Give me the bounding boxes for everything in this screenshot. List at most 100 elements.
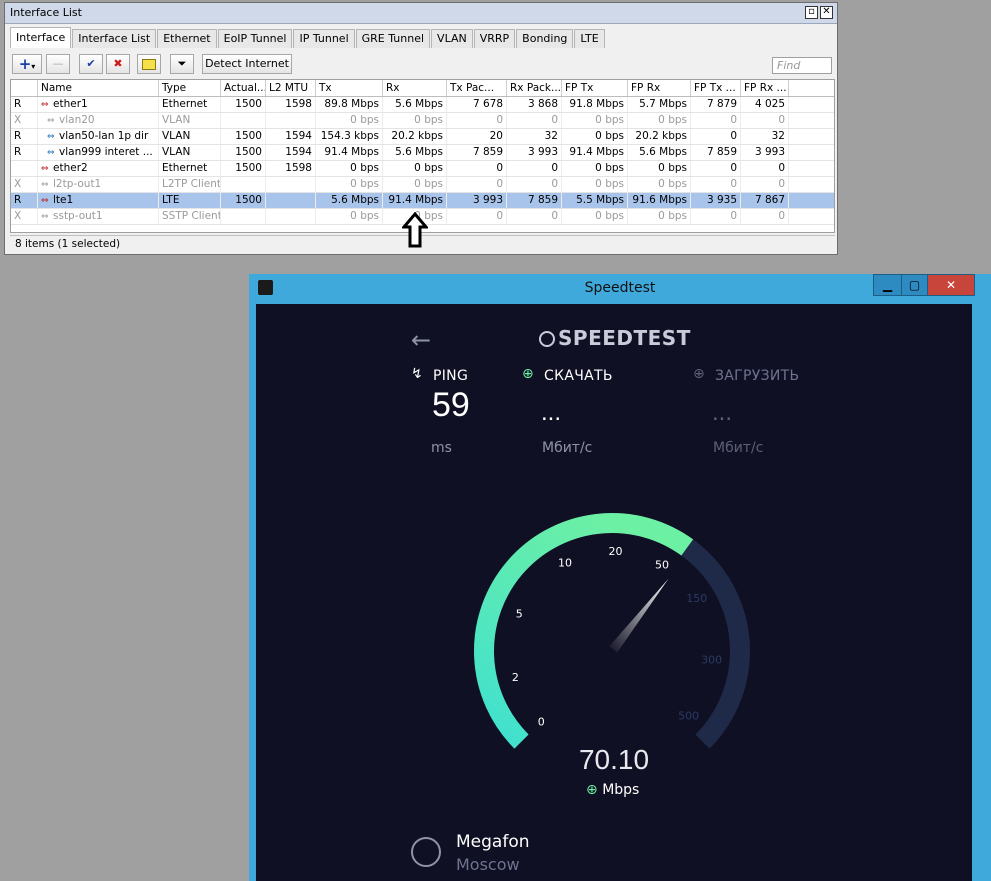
minimize-button[interactable]: ▁ bbox=[873, 274, 902, 296]
speedtest-logo: SPEEDTEST bbox=[539, 326, 691, 350]
tab-lte[interactable]: LTE bbox=[574, 29, 605, 48]
back-arrow-icon[interactable]: ← bbox=[411, 326, 431, 354]
cell-type: L2TP Client bbox=[159, 177, 221, 192]
cell-tx: 5.6 Mbps bbox=[316, 193, 383, 208]
gauge-progress bbox=[474, 513, 694, 749]
plus-icon: + bbox=[18, 55, 32, 73]
disable-button[interactable]: ✖ bbox=[106, 54, 130, 74]
column-header[interactable]: FP Rx bbox=[628, 80, 691, 96]
table-row[interactable]: R ⇔ ether1 Ethernet 1500 1598 89.8 Mbps 5.6 Mbp… bbox=[11, 97, 834, 113]
find-input[interactable]: Find bbox=[772, 57, 832, 74]
cell-fprxp: 4 025 bbox=[741, 97, 789, 112]
comment-button[interactable] bbox=[137, 54, 161, 74]
download-label: СКАЧАТЬ bbox=[544, 368, 613, 384]
column-header[interactable]: Actual... bbox=[221, 80, 266, 96]
cell-fptxp: 7 859 bbox=[691, 145, 741, 160]
cell-type: VLAN bbox=[159, 113, 221, 128]
column-header[interactable]: FP Tx ... bbox=[691, 80, 741, 96]
cell-l2mtu bbox=[266, 193, 316, 208]
tab-ethernet[interactable]: Ethernet bbox=[157, 29, 217, 48]
cell-l2mtu bbox=[266, 177, 316, 192]
add-button[interactable]: +▾ bbox=[12, 54, 42, 74]
interface-name-cell: ⇔ vlan20 bbox=[38, 113, 159, 128]
cell-fprx: 0 bps bbox=[628, 161, 691, 176]
column-header[interactable]: Rx Pack... bbox=[507, 80, 562, 96]
tab-ip-tunnel[interactable]: IP Tunnel bbox=[293, 29, 355, 48]
column-header[interactable] bbox=[11, 80, 38, 96]
gauge-tick-label: 300 bbox=[701, 654, 722, 667]
column-header[interactable]: L2 MTU bbox=[266, 80, 316, 96]
cell-fprxp: 7 867 bbox=[741, 193, 789, 208]
check-icon: ✔ bbox=[86, 57, 96, 70]
cell-fptxp: 0 bbox=[691, 209, 741, 224]
column-header[interactable]: Rx bbox=[383, 80, 447, 96]
cell-rxp: 7 859 bbox=[507, 193, 562, 208]
detect-internet-button[interactable]: Detect Internet bbox=[202, 54, 292, 74]
cell-l2mtu bbox=[266, 209, 316, 224]
speedtest-window: Speedtest ▁ ▢ ✕ ← SPEEDTEST ↯ PING 59 ms… bbox=[249, 274, 991, 881]
cell-txp: 7 859 bbox=[447, 145, 507, 160]
column-header[interactable]: Tx bbox=[316, 80, 383, 96]
column-header[interactable]: FP Tx bbox=[562, 80, 628, 96]
table-row[interactable]: R ⇔ vlan999 interet ... VLAN 1500 1594 91.4 Mb… bbox=[11, 145, 834, 161]
tab-gre-tunnel[interactable]: GRE Tunnel bbox=[355, 29, 431, 48]
column-header[interactable]: Name bbox=[38, 80, 159, 96]
cell-rx: 0 bps bbox=[383, 113, 447, 128]
interface-table: Name Type Actual... L2 MTU Tx Rx Tx Pac... Rx P… bbox=[10, 79, 835, 233]
speedtest-titlebar[interactable]: Speedtest ▁ ▢ ✕ bbox=[249, 274, 991, 302]
cell-fptxp: 0 bbox=[691, 177, 741, 192]
table-row[interactable]: ⇔ ether2 Ethernet 1500 1598 0 bps 0 bps 0 0 0 bps… bbox=[11, 161, 834, 177]
minus-icon: — bbox=[52, 57, 64, 70]
interface-icon: ⇔ bbox=[41, 196, 49, 206]
interface-name: ether1 bbox=[53, 98, 88, 110]
cell-type: LTE bbox=[159, 193, 221, 208]
column-header[interactable]: FP Rx ... bbox=[741, 80, 789, 96]
cell-fprxp: 3 993 bbox=[741, 145, 789, 160]
isp-name[interactable]: Megafon bbox=[456, 832, 530, 852]
cell-l2mtu bbox=[266, 113, 316, 128]
cell-fptxp: 0 bbox=[691, 161, 741, 176]
cell-txp: 0 bbox=[447, 161, 507, 176]
note-icon bbox=[142, 59, 156, 70]
cell-fptx: 0 bps bbox=[562, 177, 628, 192]
cell-rxp: 0 bbox=[507, 209, 562, 224]
tab-vlan[interactable]: VLAN bbox=[431, 29, 473, 48]
cell-type: VLAN bbox=[159, 145, 221, 160]
table-row[interactable]: R ⇔ vlan50-lan 1p dir VLAN 1500 1594 154.3 kbp… bbox=[11, 129, 834, 145]
column-header[interactable]: Type bbox=[159, 80, 221, 96]
ping-icon: ↯ bbox=[411, 366, 424, 382]
tab-interface[interactable]: Interface bbox=[10, 27, 72, 48]
tab-bar: Interface Interface List Ethernet EoIP T… bbox=[10, 27, 606, 48]
table-row[interactable]: R ⇔ lte1 LTE 1500 5.6 Mbps 91.4 Mbps 3 993 7 859… bbox=[11, 193, 834, 209]
cell-fptxp: 3 935 bbox=[691, 193, 741, 208]
column-header[interactable]: Tx Pac... bbox=[447, 80, 507, 96]
maximize-button[interactable]: ▢ bbox=[901, 274, 928, 296]
close-button[interactable]: ✕ bbox=[927, 274, 975, 296]
gauge-tick-label: 20 bbox=[608, 545, 622, 558]
interface-name: vlan50-lan 1p dir bbox=[59, 130, 149, 142]
cell-fprxp: 0 bbox=[741, 177, 789, 192]
cell-fptxp: 7 879 bbox=[691, 97, 741, 112]
cell-fprxp: 0 bbox=[741, 113, 789, 128]
remove-button[interactable]: — bbox=[46, 54, 70, 74]
gauge-needle bbox=[609, 578, 669, 653]
filter-button[interactable]: ⏷ bbox=[170, 54, 194, 74]
speed-gauge: 0 2 5 10 20 50 150 300 500 bbox=[474, 513, 750, 749]
tab-vrrp[interactable]: VRRP bbox=[473, 29, 516, 48]
filter-icon: ⏷ bbox=[177, 57, 187, 70]
enable-button[interactable]: ✔ bbox=[79, 54, 103, 74]
table-row[interactable]: X ⇔ l2tp-out1 L2TP Client 0 bps 0 bps 0 0 0 bps 0… bbox=[11, 177, 834, 193]
cell-rx: 5.6 Mbps bbox=[383, 145, 447, 160]
tab-bonding[interactable]: Bonding bbox=[516, 29, 574, 48]
interface-name: l2tp-out1 bbox=[53, 178, 102, 190]
upload-unit: Мбит/с bbox=[713, 440, 764, 456]
window-titlebar[interactable]: Interface List ▫ ✕ bbox=[5, 3, 837, 24]
close-button[interactable]: ✕ bbox=[820, 6, 833, 19]
table-row[interactable]: X ⇔ vlan20 VLAN 0 bps 0 bps 0 0 0 bps 0 bps 0 0 bbox=[11, 113, 834, 129]
ping-unit: ms bbox=[431, 440, 452, 456]
tab-interface-list[interactable]: Interface List bbox=[72, 29, 157, 48]
download-value: ... bbox=[541, 399, 562, 426]
tab-eoip-tunnel[interactable]: EoIP Tunnel bbox=[217, 29, 293, 48]
cell-fprxp: 32 bbox=[741, 129, 789, 144]
restore-button[interactable]: ▫ bbox=[805, 6, 818, 19]
